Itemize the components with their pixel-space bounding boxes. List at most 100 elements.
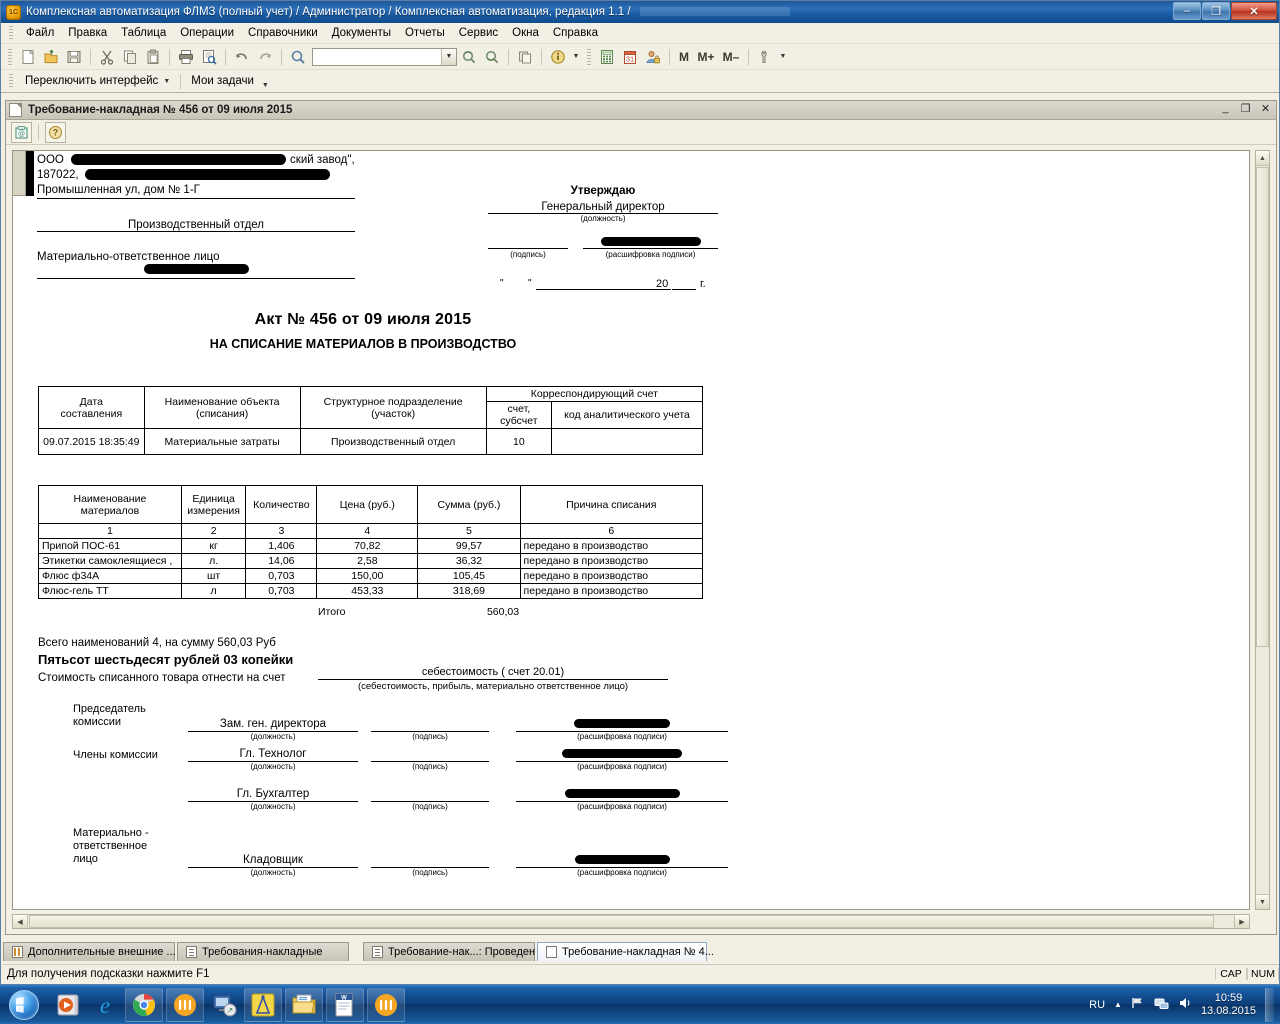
find-next-icon[interactable] bbox=[458, 46, 480, 68]
print-preview-icon[interactable] bbox=[198, 46, 220, 68]
toolbar-grip-2[interactable] bbox=[587, 48, 591, 65]
memory-sub-button[interactable]: M– bbox=[719, 46, 743, 68]
maximize-button[interactable]: ❐ bbox=[1202, 2, 1230, 20]
signature-sign-caption: (подпись) bbox=[412, 868, 448, 877]
network-icon[interactable] bbox=[1154, 996, 1169, 1013]
menu-bar: Файл Правка Таблица Операции Справочники… bbox=[1, 23, 1279, 44]
close-button[interactable]: ✕ bbox=[1231, 2, 1277, 20]
horizontal-scroll-thumb[interactable] bbox=[29, 915, 1214, 928]
svg-text:?: ? bbox=[53, 127, 59, 137]
window-tab-requirement-456[interactable]: Требование-накладная № 4... bbox=[537, 942, 714, 961]
taskbar-internet-explorer-button[interactable]: e bbox=[88, 988, 122, 1022]
chevron-down-icon[interactable]: ▼ bbox=[163, 78, 170, 85]
row-selector-cell[interactable] bbox=[13, 151, 26, 196]
document-window-controls: _ ❐ ✕ bbox=[1219, 102, 1272, 115]
chevron-down-icon[interactable]: ▼ bbox=[441, 48, 456, 65]
1c-enterprise-icon-2 bbox=[375, 993, 397, 1016]
materials-table: Наименование материалов Единица измерени… bbox=[38, 485, 704, 599]
menu-item-reports[interactable]: Отчеты bbox=[398, 25, 452, 41]
document-restore-button[interactable]: ❐ bbox=[1239, 102, 1252, 115]
clock[interactable]: 10:59 13.08.2015 bbox=[1201, 992, 1256, 1018]
start-button[interactable] bbox=[0, 987, 48, 1023]
selection-black-bar bbox=[26, 151, 34, 196]
signature-position-value: Зам. ген. директора bbox=[188, 717, 358, 732]
user-lock-icon[interactable] bbox=[642, 46, 664, 68]
wrench-icon[interactable] bbox=[754, 46, 776, 68]
language-indicator[interactable]: RU bbox=[1089, 999, 1105, 1011]
help-icon[interactable]: ? bbox=[45, 121, 66, 143]
menu-grip[interactable] bbox=[9, 26, 13, 40]
file-explorer-icon bbox=[292, 994, 316, 1013]
window-tab-requirements-list[interactable]: Требования-накладные bbox=[177, 942, 349, 961]
switch-interface-button[interactable]: Переключить интерфейс ▼ bbox=[19, 73, 176, 89]
secondary-toolbar-grip[interactable] bbox=[9, 74, 13, 88]
document-title: Требование-накладная № 456 от 09 июля 20… bbox=[28, 104, 293, 116]
taskbar-word-button[interactable]: W bbox=[326, 987, 364, 1022]
minimize-button[interactable]: – bbox=[1173, 2, 1201, 20]
menu-item-help[interactable]: Справка bbox=[546, 25, 605, 41]
taskbar-remote-desktop-button[interactable]: ↗ bbox=[207, 988, 241, 1022]
scroll-left-icon[interactable]: ◀ bbox=[13, 915, 28, 928]
window-tab-external-processing[interactable]: Дополнительные внешние ... bbox=[3, 942, 176, 961]
taskbar-explorer-button[interactable] bbox=[285, 987, 323, 1022]
taskbar-kompas-button[interactable] bbox=[244, 987, 282, 1022]
document-close-button[interactable]: ✕ bbox=[1259, 102, 1272, 115]
scroll-right-icon[interactable]: ▶ bbox=[1234, 915, 1249, 928]
open-folder-icon[interactable] bbox=[40, 46, 62, 68]
menu-item-catalogs[interactable]: Справочники bbox=[241, 25, 325, 41]
scroll-up-icon[interactable]: ▲ bbox=[1256, 151, 1269, 166]
th-price: Цена (руб.) bbox=[316, 485, 419, 524]
vertical-scroll-thumb[interactable] bbox=[1256, 167, 1269, 647]
new-document-icon[interactable] bbox=[17, 46, 39, 68]
undo-icon[interactable] bbox=[231, 46, 253, 68]
menu-item-operations[interactable]: Операции bbox=[173, 25, 241, 41]
status-hint: Для получения подсказки нажмите F1 bbox=[7, 967, 210, 980]
taskbar-media-player-button[interactable] bbox=[51, 988, 85, 1022]
window-tab-requirement-posted[interactable]: Требование-нак...: Проведен bbox=[363, 942, 535, 961]
menu-item-table[interactable]: Таблица bbox=[114, 25, 173, 41]
document-minimize-button[interactable]: _ bbox=[1219, 102, 1232, 115]
toolbar-overflow-caret-icon[interactable]: ▼ bbox=[262, 78, 269, 90]
copy-window-icon[interactable] bbox=[514, 46, 536, 68]
td-price: 453,33 bbox=[316, 583, 419, 599]
wrench-dropdown-caret-icon[interactable]: ▼ bbox=[777, 46, 789, 68]
network-flag-icon[interactable] bbox=[1131, 996, 1145, 1013]
save-to-file-icon[interactable]: @ bbox=[11, 121, 32, 143]
show-hidden-icon[interactable]: ▲ bbox=[1114, 1000, 1122, 1009]
document-vertical-scrollbar[interactable]: ▲ ▼ bbox=[1255, 150, 1270, 910]
find-prev-icon[interactable] bbox=[481, 46, 503, 68]
taskbar-1c-button[interactable] bbox=[166, 987, 204, 1022]
search-icon[interactable] bbox=[287, 46, 309, 68]
memory-recall-button[interactable]: M bbox=[675, 46, 693, 68]
show-desktop-button[interactable] bbox=[1265, 987, 1274, 1022]
save-icon[interactable] bbox=[63, 46, 85, 68]
toolbar-grip[interactable] bbox=[8, 48, 12, 65]
menu-item-documents[interactable]: Документы bbox=[325, 25, 398, 41]
taskbar-chrome-button[interactable] bbox=[125, 987, 163, 1022]
printed-form-canvas[interactable]: ООО ский завод", 187022, Промышленная ул… bbox=[12, 150, 1250, 910]
info-icon[interactable] bbox=[547, 46, 569, 68]
document-toolbar: @ ? bbox=[6, 120, 1276, 145]
copy-icon[interactable] bbox=[119, 46, 141, 68]
calendar-icon[interactable]: 31 bbox=[619, 46, 641, 68]
cut-icon[interactable] bbox=[96, 46, 118, 68]
redo-icon[interactable] bbox=[254, 46, 276, 68]
calculator-icon[interactable] bbox=[596, 46, 618, 68]
info-dropdown-caret-icon[interactable]: ▼ bbox=[570, 46, 582, 68]
menu-item-file[interactable]: Файл bbox=[19, 25, 61, 41]
print-icon[interactable] bbox=[175, 46, 197, 68]
menu-item-windows[interactable]: Окна bbox=[505, 25, 546, 41]
taskbar-1c-button-2[interactable] bbox=[367, 987, 405, 1022]
scroll-down-icon[interactable]: ▼ bbox=[1256, 894, 1269, 909]
memory-add-button[interactable]: M+ bbox=[694, 46, 718, 68]
my-tasks-button[interactable]: Мои задачи bbox=[185, 73, 260, 89]
search-input[interactable]: ▼ bbox=[312, 47, 457, 66]
signature-decode-caption: (расшифровка подписи) bbox=[577, 732, 667, 741]
menu-item-service[interactable]: Сервис bbox=[452, 25, 505, 41]
menu-item-edit[interactable]: Правка bbox=[61, 25, 114, 41]
organization-suffix: ский завод", bbox=[290, 154, 355, 166]
volume-icon[interactable] bbox=[1178, 996, 1192, 1013]
signature-position-value: Гл. Бухгалтер bbox=[188, 787, 358, 802]
document-horizontal-scrollbar[interactable]: ◀ ▶ bbox=[12, 914, 1250, 929]
paste-icon[interactable] bbox=[142, 46, 164, 68]
